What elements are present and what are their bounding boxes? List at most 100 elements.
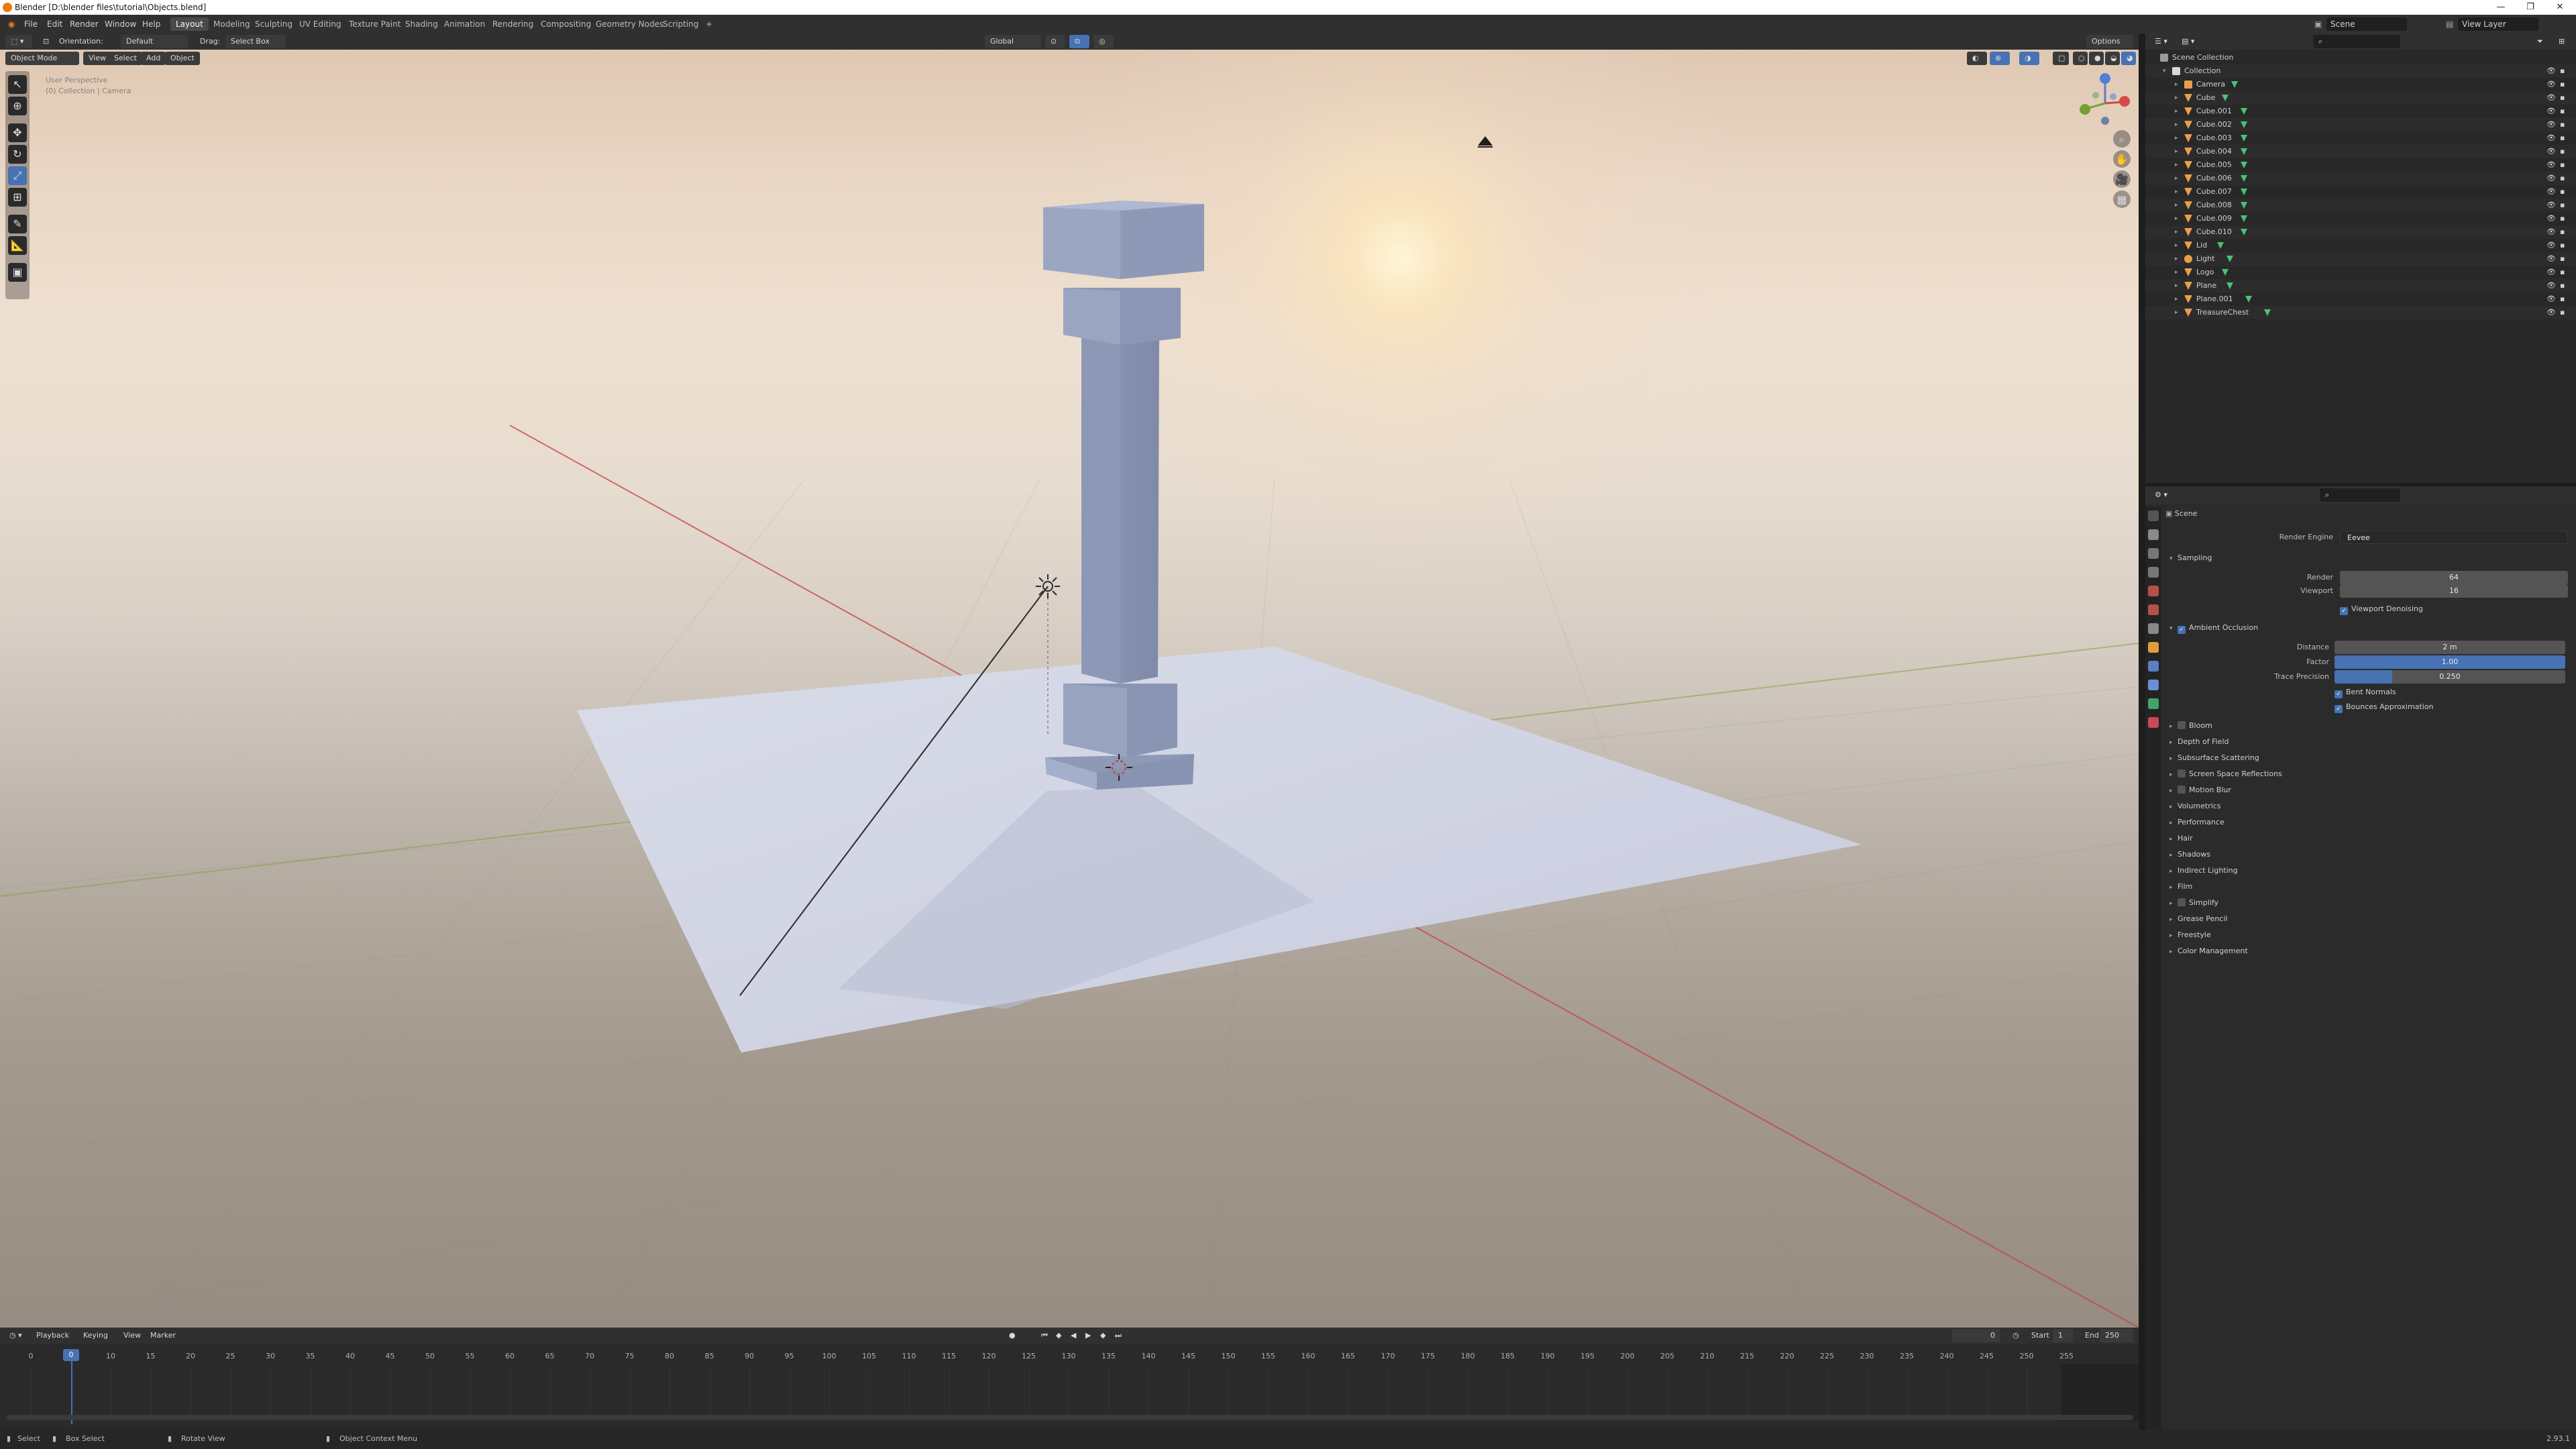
menu-file[interactable]: File xyxy=(20,17,42,31)
section-freestyle[interactable]: ▸ Freestyle xyxy=(2169,928,2211,943)
snap-icon[interactable]: ⧉ xyxy=(1069,35,1089,48)
pan-icon[interactable]: ✋ xyxy=(2113,150,2131,168)
select-tool-icon[interactable]: ↖ xyxy=(8,75,27,94)
scale-tool-icon[interactable]: ⤢ xyxy=(8,166,27,185)
visibility-eye-icon[interactable]: 👁 xyxy=(2546,105,2556,118)
expand-arrow-icon[interactable]: ▸ xyxy=(2175,239,2178,252)
overlay-toggle-icon[interactable]: ◑ xyxy=(2019,52,2039,65)
tab-animation[interactable]: Animation xyxy=(439,17,490,31)
render-visibility-icon[interactable]: ▪ xyxy=(2560,64,2565,78)
editor-type-button[interactable]: ⬚ ▾ xyxy=(5,35,32,48)
expand-arrow-icon[interactable]: ▸ xyxy=(2175,225,2178,239)
expand-arrow-icon[interactable]: ▸ xyxy=(2175,118,2178,131)
render-visibility-icon[interactable]: ▪ xyxy=(2560,252,2565,266)
viewport-denoising-checkbox[interactable]: ✓ Viewport Denoising xyxy=(2340,602,2423,616)
section-bloom[interactable]: ▸ Bloom xyxy=(2169,718,2212,733)
section-shadows[interactable]: ▸ Shadows xyxy=(2169,847,2210,862)
outliner-item-cube-002[interactable]: ▸ Cube.002 👁 ▪ xyxy=(2145,118,2576,131)
orientation-select[interactable]: Default xyxy=(121,35,188,48)
section-indirect-lighting[interactable]: ▸ Indirect Lighting xyxy=(2169,863,2238,878)
expand-arrow-icon[interactable]: ▸ xyxy=(2175,306,2178,319)
tab-texture-paint[interactable]: Texture Paint xyxy=(343,17,406,31)
tab-shading[interactable]: Shading xyxy=(400,17,443,31)
maximize-icon[interactable]: ❐ xyxy=(2516,0,2545,15)
drag-select[interactable]: Select Box xyxy=(225,35,286,48)
section-film[interactable]: ▸ Film xyxy=(2169,879,2192,894)
object-data-icon[interactable] xyxy=(2217,242,2224,249)
viewport-samples-field[interactable]: 16 xyxy=(2340,584,2568,598)
section-hair[interactable]: ▸ Hair xyxy=(2169,831,2193,846)
render-visibility-icon[interactable]: ▪ xyxy=(2560,239,2565,252)
data-tab-icon[interactable] xyxy=(2148,698,2159,709)
render-visibility-icon[interactable]: ▪ xyxy=(2560,105,2565,118)
ao-trace-slider[interactable]: 0.250 xyxy=(2334,670,2565,684)
solid-shading-icon[interactable]: ● xyxy=(2089,52,2104,65)
select-menu[interactable]: Select xyxy=(109,52,142,65)
tool-tab-icon[interactable] xyxy=(2148,511,2159,521)
move-tool-icon[interactable]: ✥ xyxy=(8,123,27,142)
object-data-icon[interactable] xyxy=(2241,135,2247,142)
rotate-tool-icon[interactable]: ↻ xyxy=(8,145,27,164)
section-grease-pencil[interactable]: ▸ Grease Pencil xyxy=(2169,912,2227,926)
visibility-eye-icon[interactable]: 👁 xyxy=(2546,145,2556,158)
section-checkbox[interactable] xyxy=(2178,898,2186,906)
sampling-section-header[interactable]: ▾ Sampling xyxy=(2169,551,2212,566)
visibility-eye-icon[interactable]: 👁 xyxy=(2546,185,2556,199)
expand-arrow-icon[interactable]: ▾ xyxy=(2163,64,2166,78)
outliner-item-plane[interactable]: ▸ Plane 👁 ▪ xyxy=(2145,279,2576,292)
section-screen-space-reflections[interactable]: ▸ Screen Space Reflections xyxy=(2169,767,2282,782)
tab-modeling[interactable]: Modeling xyxy=(208,17,256,31)
add-workspace-button[interactable]: + xyxy=(700,17,718,31)
expand-arrow-icon[interactable]: ▸ xyxy=(2175,292,2178,306)
section-depth-of-field[interactable]: ▸ Depth of Field xyxy=(2169,735,2229,749)
rendered-shading-icon[interactable]: ◕ xyxy=(2121,52,2136,65)
outliner-item-cube-010[interactable]: ▸ Cube.010 👁 ▪ xyxy=(2145,225,2576,239)
outliner-item-cube-005[interactable]: ▸ Cube.005 👁 ▪ xyxy=(2145,158,2576,172)
tab-scripting[interactable]: Scripting xyxy=(657,17,704,31)
visibility-eye-icon[interactable]: 👁 xyxy=(2546,199,2556,212)
physics-tab-icon[interactable] xyxy=(2148,680,2159,690)
visibility-eye-icon[interactable]: 👁 xyxy=(2546,292,2556,306)
visibility-eye-icon[interactable]: 👁 xyxy=(2546,158,2556,172)
annotate-tool-icon[interactable]: ✎ xyxy=(8,215,27,233)
render-tab-icon[interactable] xyxy=(2148,529,2159,540)
object-data-icon[interactable] xyxy=(2241,108,2247,115)
transform-orientation-select[interactable]: Global xyxy=(985,35,1041,48)
cursor-tool-icon[interactable]: ⊕ xyxy=(8,97,27,115)
outliner-item-collection[interactable]: ▾ Collection 👁 ▪ xyxy=(2145,64,2576,78)
render-samples-field[interactable]: 64 xyxy=(2340,571,2568,584)
expand-arrow-icon[interactable]: ▸ xyxy=(2175,91,2178,105)
object-mode-select[interactable]: Object Mode xyxy=(5,52,79,65)
object-data-icon[interactable] xyxy=(2222,269,2229,276)
outliner-editor-type-icon[interactable]: ☰ ▾ xyxy=(2149,35,2174,48)
world-tab-icon[interactable] xyxy=(2148,604,2159,615)
object-data-icon[interactable] xyxy=(2231,81,2238,88)
object-data-icon[interactable] xyxy=(2226,282,2233,289)
filter-icon[interactable]: ⏷ xyxy=(2532,35,2552,48)
object-tab-icon[interactable] xyxy=(2148,642,2159,653)
visibility-eye-icon[interactable]: 👁 xyxy=(2546,225,2556,239)
outliner-item-light[interactable]: ▸ Light 👁 ▪ xyxy=(2145,252,2576,266)
new-collection-icon[interactable]: ⊞ xyxy=(2553,35,2573,48)
close-icon[interactable]: ✕ xyxy=(2545,0,2575,15)
visibility-eye-icon[interactable]: 👁 xyxy=(2546,64,2556,78)
outliner-item-cube[interactable]: ▸ Cube 👁 ▪ xyxy=(2145,91,2576,105)
modifier-tab-icon[interactable] xyxy=(2148,661,2159,672)
menu-render[interactable]: Render xyxy=(66,17,103,31)
section-checkbox[interactable] xyxy=(2178,721,2186,729)
object-menu[interactable]: Object xyxy=(165,52,200,65)
visibility-eye-icon[interactable]: 👁 xyxy=(2546,266,2556,279)
outliner-item-logo[interactable]: ▸ Logo 👁 ▪ xyxy=(2145,266,2576,279)
section-motion-blur[interactable]: ▸ Motion Blur xyxy=(2169,783,2231,798)
expand-arrow-icon[interactable]: ▸ xyxy=(2175,172,2178,185)
outliner-item-cube-004[interactable]: ▸ Cube.004 👁 ▪ xyxy=(2145,145,2576,158)
menu-help[interactable]: Help xyxy=(138,17,164,31)
outliner-item-cube-003[interactable]: ▸ Cube.003 👁 ▪ xyxy=(2145,131,2576,145)
render-visibility-icon[interactable]: ▪ xyxy=(2560,266,2565,279)
tab-sculpting[interactable]: Sculpting xyxy=(250,17,298,31)
object-data-icon[interactable] xyxy=(2241,175,2247,182)
tab-rendering[interactable]: Rendering xyxy=(487,17,539,31)
projection-icon[interactable]: ▦ xyxy=(2113,191,2131,208)
expand-arrow-icon[interactable]: ▸ xyxy=(2175,266,2178,279)
outliner-item-cube-001[interactable]: ▸ Cube.001 👁 ▪ xyxy=(2145,105,2576,118)
